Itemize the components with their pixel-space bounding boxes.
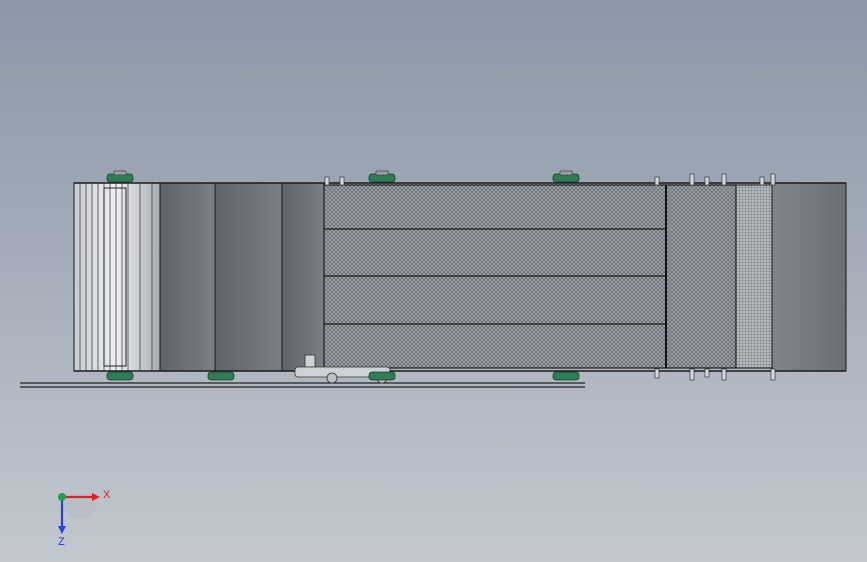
bearing-block: [552, 371, 580, 381]
bearing-block: [106, 170, 134, 183]
discharge-panel: [771, 182, 847, 372]
z-axis-label: Z: [58, 536, 65, 548]
bearing-block: [552, 170, 580, 183]
x-axis-label: X: [103, 489, 111, 501]
x-arrow-head: [92, 493, 100, 501]
bottom-frame-rail: [74, 368, 846, 381]
base-rail: [20, 382, 585, 388]
drive-roller-section: [73, 182, 161, 372]
z-arrow-head: [58, 526, 66, 534]
y-axis-dot: [58, 493, 66, 501]
cad-viewport[interactable]: X Z: [0, 0, 867, 562]
mesh-belt-section: [323, 184, 773, 369]
bearing-block: [207, 371, 235, 381]
conveyor-model[interactable]: [20, 170, 847, 388]
orientation-triad: X Z: [58, 489, 111, 548]
cover-panels: [159, 182, 325, 372]
bearing-block: [368, 371, 396, 381]
bearing-block: [368, 170, 396, 183]
bearing-block: [106, 371, 134, 381]
top-frame-rail: [74, 173, 846, 186]
